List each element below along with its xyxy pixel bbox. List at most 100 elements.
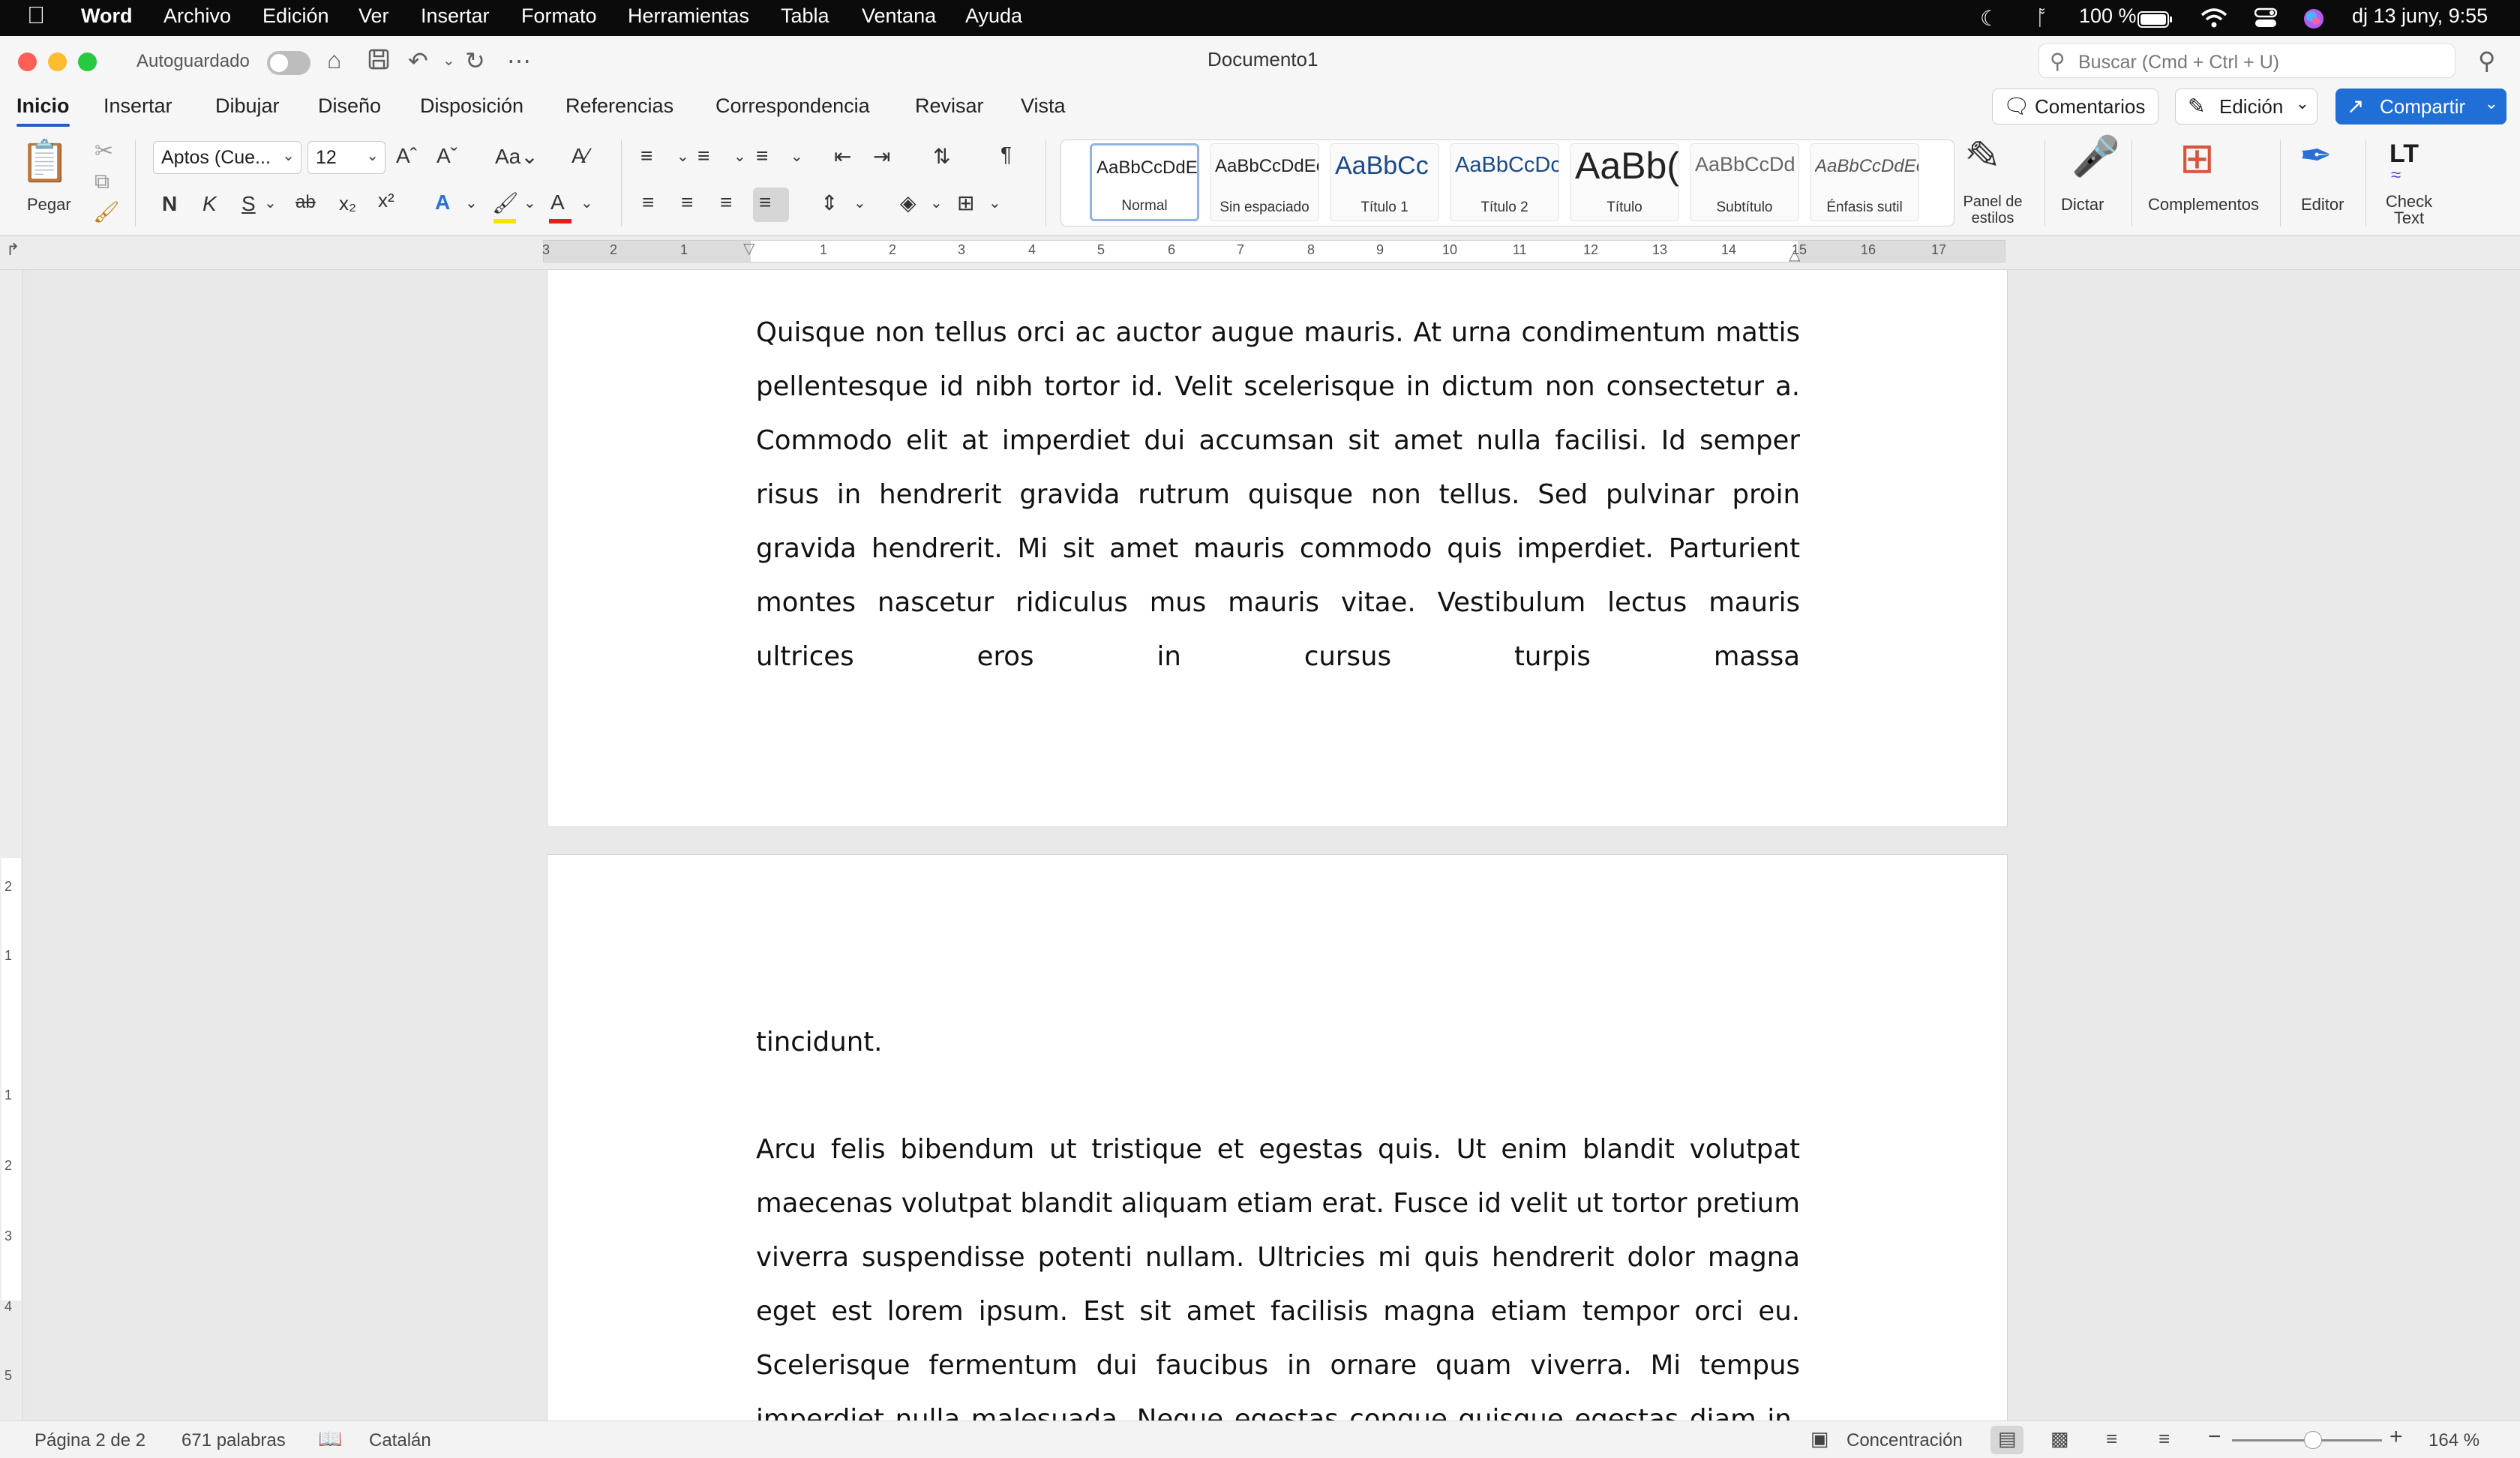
editor-pen-icon[interactable]: ✒ [2300,134,2332,178]
align-center-icon[interactable]: ≡ [681,190,693,214]
menu-formato[interactable]: Formato [521,4,597,28]
dictate-microphone-icon[interactable]: 🎤 [2072,134,2120,179]
undo-dropdown-chevron-icon[interactable]: ⌄ [442,51,455,70]
clear-formatting-icon[interactable]: A∕ [572,144,589,168]
tab-correspondencia[interactable]: Correspondencia [716,94,870,118]
multilevel-chevron-icon[interactable]: ⌄ [790,147,803,166]
tab-disposicion[interactable]: Disposición [420,94,524,118]
zoom-percent[interactable]: 164 % [2428,1430,2480,1451]
tab-insertar[interactable]: Insertar [104,94,172,118]
style-enfasis-sutil[interactable]: AaBbCcDdEe Énfasis sutil [1810,143,1919,221]
zoom-out-button[interactable]: − [2208,1424,2222,1450]
page-1[interactable]: Quisque non tellus orci ac auctor augue … [548,270,2007,826]
menu-ver[interactable]: Ver [358,4,389,28]
horizontal-ruler[interactable]: 3 2 1 1 2 3 4 5 6 7 8 9 10 11 12 13 14 1… [542,239,2006,263]
style-titulo-2[interactable]: AaBbCcDc Título 2 [1450,143,1559,221]
body-paragraph-continuation[interactable]: tincidunt. [756,1016,1800,1070]
document-canvas[interactable]: Quisque non tellus orci ac auctor augue … [33,270,2520,1420]
italic-button[interactable]: K [202,192,217,216]
tab-vista[interactable]: Vista [1021,94,1066,118]
search-input[interactable]: ⚲ Buscar (Cmd + Ctrl + U) [2038,44,2456,78]
menubar-clock[interactable]: dj 13 juny, 9:55 [2352,4,2488,28]
tab-diseno[interactable]: Diseño [318,94,381,118]
align-right-icon[interactable]: ≡ [720,190,732,214]
menu-ayuda[interactable]: Ayuda [965,4,1022,28]
addins-grid-icon[interactable]: ⊞ [2180,134,2215,183]
menu-insertar[interactable]: Insertar [421,4,490,28]
justify-icon[interactable]: ≡ [759,190,771,214]
show-formatting-marks-icon[interactable]: ¶ [1000,142,1012,166]
account-icon[interactable]: ⚲ [2478,46,2495,75]
numbering-chevron-icon[interactable]: ⌄ [734,147,746,166]
bold-button[interactable]: N [162,192,177,216]
apple-menu-icon[interactable]:  [27,2,45,29]
change-case-icon[interactable]: Aa⌄ [495,144,538,169]
close-window-button[interactable] [18,52,37,71]
style-normal[interactable]: AaBbCcDdEe Normal [1090,143,1199,221]
wifi-icon[interactable] [2200,8,2228,34]
autosave-toggle[interactable] [267,51,310,75]
menu-archivo[interactable]: Archivo [164,4,231,28]
battery-icon[interactable] [2138,9,2174,33]
bullets-chevron-icon[interactable]: ⌄ [676,147,689,166]
proofing-icon[interactable]: 📖 [318,1427,342,1450]
font-color-chevron-icon[interactable]: ⌄ [580,194,593,212]
shading-chevron-icon[interactable]: ⌄ [930,194,943,212]
font-size-dropdown[interactable]: 12 ⌄ [308,141,386,174]
save-icon[interactable] [368,48,390,76]
line-spacing-icon[interactable]: ⇕ [820,190,838,215]
share-button[interactable]: ↗ Compartir ⌄ [2336,88,2506,124]
tab-revisar[interactable]: Revisar [915,94,984,118]
font-name-dropdown[interactable]: Aptos (Cue... ⌄ [153,141,302,174]
focus-mode-label[interactable]: Concentración [1846,1430,1963,1451]
highlight-icon[interactable]: 🖌 [492,190,519,215]
style-titulo-1[interactable]: AaBbCc Título 1 [1330,143,1439,221]
menu-tabla[interactable]: Tabla [781,4,830,28]
tab-stop-selector-icon[interactable]: ↱ [6,240,20,260]
editing-mode-button[interactable]: ✎ Edición ⌄ [2175,88,2318,124]
draft-view-icon[interactable]: ≡ [2158,1427,2170,1450]
style-titulo[interactable]: AaBb( Título [1570,143,1679,221]
web-layout-icon[interactable]: ▩ [2050,1427,2069,1450]
shading-icon[interactable]: ◈ [900,190,916,215]
body-paragraph[interactable]: Quisque non tellus orci ac auctor augue … [756,306,1800,684]
undo-icon[interactable]: ↶ [408,46,428,75]
format-painter-icon[interactable]: 🖌 [93,200,120,224]
borders-icon[interactable]: ⊞ [957,190,974,215]
bluetooth-icon[interactable]: ᚩ [2036,6,2048,30]
more-options-icon[interactable]: ⋯ [507,46,531,75]
page-count[interactable]: Página 2 de 2 [34,1430,146,1451]
vertical-ruler[interactable]: 2 1 1 2 3 4 5 [0,270,22,1420]
style-subtitulo[interactable]: AaBbCcDd Subtítulo [1690,143,1799,221]
redo-icon[interactable]: ↻ [465,46,485,75]
control-center-icon[interactable] [2254,8,2278,34]
align-left-icon[interactable]: ≡ [642,190,654,214]
decrease-indent-icon[interactable]: ⇤ [834,144,851,169]
highlight-chevron-icon[interactable]: ⌄ [524,194,536,212]
siri-icon[interactable] [2302,8,2325,35]
copy-icon[interactable]: ⧉ [94,170,110,194]
shrink-font-icon[interactable]: Aˇ [436,144,458,168]
comments-button[interactable]: 🗨 Comentarios [1992,88,2158,124]
tab-inicio[interactable]: Inicio [16,94,70,127]
home-icon[interactable]: ⌂ [327,46,341,74]
increase-indent-icon[interactable]: ⇥ [873,144,890,169]
paste-icon[interactable]: 📋 [20,138,70,185]
body-paragraph[interactable]: Arcu felis bibendum ut tristique et eges… [756,1123,1800,1420]
do-not-disturb-icon[interactable]: ☾ [1980,6,1999,31]
underline-chevron-icon[interactable]: ⌄ [264,194,277,212]
zoom-slider-knob[interactable] [2304,1431,2322,1449]
grow-font-icon[interactable]: Aˆ [396,144,417,168]
left-indent-marker-icon[interactable]: ▽ [743,239,754,258]
multilevel-list-icon[interactable]: ≡ [756,144,768,168]
outline-view-icon[interactable]: ≡ [2106,1427,2117,1450]
superscript-icon[interactable]: x² [378,189,394,212]
print-layout-icon[interactable]: ▤ [1998,1427,2017,1450]
numbering-icon[interactable]: ≡ [698,144,710,168]
menu-edicion[interactable]: Edición [262,4,329,28]
text-effects-icon[interactable]: A [435,190,450,214]
minimize-window-button[interactable] [48,52,67,71]
page-2[interactable]: tincidunt. Arcu felis bibendum ut tristi… [548,855,2007,1420]
borders-chevron-icon[interactable]: ⌄ [988,194,1001,212]
bullets-icon[interactable]: ≡ [640,144,652,168]
